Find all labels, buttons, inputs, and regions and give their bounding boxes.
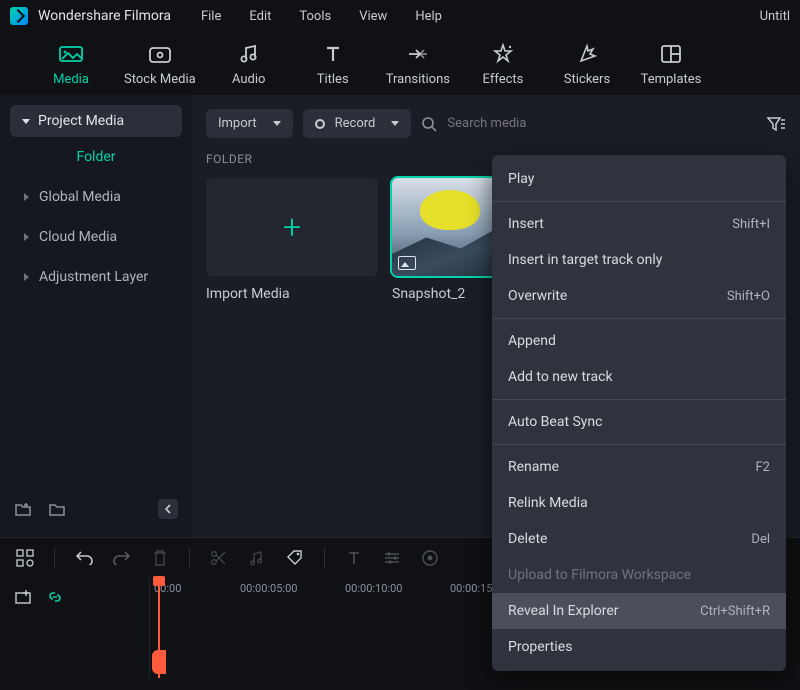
redo-icon[interactable] <box>113 549 131 567</box>
new-bin-icon[interactable] <box>14 501 32 517</box>
ctx-overwrite[interactable]: OverwriteShift+O <box>492 278 786 314</box>
ctx-add-track[interactable]: Add to new track <box>492 359 786 395</box>
tri-right-icon <box>24 193 29 201</box>
ctx-reveal[interactable]: Reveal In ExplorerCtrl+Shift+R <box>492 593 786 629</box>
tab-titles[interactable]: Titles <box>302 42 364 87</box>
menu-help[interactable]: Help <box>415 9 442 24</box>
tri-right-icon <box>24 273 29 281</box>
tab-transitions-label: Transitions <box>386 72 450 87</box>
tag-icon[interactable] <box>286 549 304 567</box>
sidebar-item-cloud-media[interactable]: Cloud Media <box>10 217 182 257</box>
timecode: 00:00:05:00 <box>240 582 297 595</box>
ctx-insert-target[interactable]: Insert in target track only <box>492 242 786 278</box>
caret-down-icon <box>391 121 399 126</box>
ctx-delete[interactable]: DeleteDel <box>492 521 786 557</box>
audio-detach-icon[interactable] <box>248 549 266 567</box>
folder-link[interactable]: Folder <box>10 137 182 177</box>
tab-stickers[interactable]: Stickers <box>556 42 618 87</box>
menu-tools[interactable]: Tools <box>299 9 331 24</box>
ctx-rename[interactable]: RenameF2 <box>492 449 786 485</box>
add-track-icon[interactable] <box>14 588 32 606</box>
ctx-append[interactable]: Append <box>492 323 786 359</box>
menu-edit[interactable]: Edit <box>249 9 271 24</box>
stock-icon <box>148 42 172 66</box>
templates-icon <box>659 42 683 66</box>
undo-icon[interactable] <box>75 549 93 567</box>
caret-down-icon <box>273 121 281 126</box>
sidebar-item-adjustment-layer[interactable]: Adjustment Layer <box>10 257 182 297</box>
menu-file[interactable]: File <box>201 9 221 24</box>
new-folder-icon[interactable] <box>48 501 66 517</box>
menu-view[interactable]: View <box>359 9 387 24</box>
effects-icon <box>491 42 515 66</box>
color-icon[interactable] <box>421 549 439 567</box>
tab-media[interactable]: Media <box>40 42 102 87</box>
timecode: 00:00:15: <box>450 582 495 595</box>
app-name: Wondershare Filmora <box>38 8 171 24</box>
titles-icon <box>321 42 345 66</box>
timecode: 00:00:10:00 <box>345 582 402 595</box>
record-dropdown[interactable]: Record <box>303 109 412 138</box>
link-icon[interactable] <box>46 588 64 606</box>
import-media-caption: Import Media <box>206 286 378 302</box>
ctx-insert[interactable]: InsertShift+I <box>492 206 786 242</box>
caret-down-icon <box>22 119 30 124</box>
search-input[interactable] <box>447 116 756 131</box>
split-icon[interactable] <box>210 549 228 567</box>
tab-templates[interactable]: Templates <box>640 42 702 87</box>
ctx-autobeat[interactable]: Auto Beat Sync <box>492 404 786 440</box>
document-title: Untitl <box>760 9 790 24</box>
tab-audio-label: Audio <box>232 72 265 87</box>
layout-icon[interactable] <box>16 549 34 567</box>
app-logo-icon <box>10 7 28 25</box>
record-icon <box>315 119 325 129</box>
tab-titles-label: Titles <box>317 72 349 87</box>
tab-templates-label: Templates <box>641 72 702 87</box>
import-dropdown[interactable]: Import <box>206 109 293 138</box>
ctx-play[interactable]: Play <box>492 161 786 197</box>
tab-effects[interactable]: Effects <box>472 42 534 87</box>
text-tool-icon[interactable] <box>345 549 363 567</box>
project-media-button[interactable]: Project Media <box>10 105 182 137</box>
ctx-properties[interactable]: Properties <box>492 629 786 665</box>
media-icon <box>59 42 83 66</box>
tab-audio[interactable]: Audio <box>218 42 280 87</box>
tri-right-icon <box>24 233 29 241</box>
context-menu: Play InsertShift+I Insert in target trac… <box>492 155 786 671</box>
main-panel: Import Record FOLDER + Import Media <box>192 95 800 537</box>
project-media-label: Project Media <box>38 113 124 129</box>
tab-media-label: Media <box>53 72 89 87</box>
delete-icon[interactable] <box>151 549 169 567</box>
sidebar: Project Media Folder Global Media Cloud … <box>0 95 192 537</box>
titlebar: Wondershare Filmora File Edit Tools View… <box>0 0 800 32</box>
transitions-icon <box>406 42 430 66</box>
collapse-sidebar-button[interactable] <box>158 499 178 519</box>
sidebar-item-global-media[interactable]: Global Media <box>10 177 182 217</box>
tab-stock-media[interactable]: Stock Media <box>124 42 196 87</box>
tab-stock-label: Stock Media <box>124 72 196 87</box>
audio-icon <box>237 42 261 66</box>
main-tabs: Media Stock Media Audio Titles Transitio… <box>0 32 800 95</box>
filter-icon[interactable] <box>766 115 786 133</box>
search-icon <box>421 116 437 132</box>
image-badge-icon <box>398 256 416 270</box>
ctx-upload: Upload to Filmora Workspace <box>492 557 786 593</box>
tab-stickers-label: Stickers <box>564 72 610 87</box>
stickers-icon <box>575 42 599 66</box>
clip[interactable] <box>152 650 166 674</box>
import-media-card[interactable]: + Import Media <box>206 178 378 302</box>
tab-transitions[interactable]: Transitions <box>386 42 450 87</box>
ctx-relink[interactable]: Relink Media <box>492 485 786 521</box>
plus-icon: + <box>283 208 301 246</box>
tab-effects-label: Effects <box>483 72 524 87</box>
adjust-icon[interactable] <box>383 549 401 567</box>
